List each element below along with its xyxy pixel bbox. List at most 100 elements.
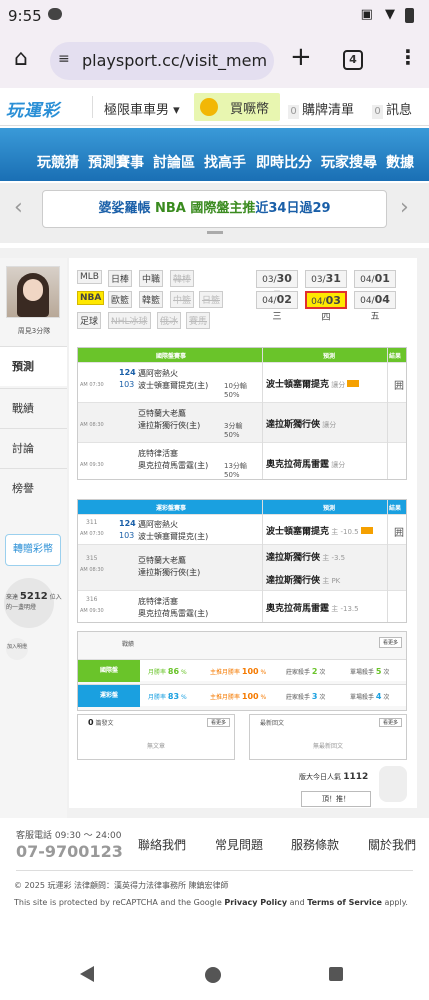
home-circle-icon[interactable]: [205, 967, 221, 983]
home-icon[interactable]: ⌂: [14, 46, 28, 71]
site-settings-icon[interactable]: ≡: [58, 51, 70, 67]
game-number: 316: [86, 596, 98, 603]
sidebar-item-discussion[interactable]: 討論: [0, 428, 67, 468]
stats-more-button[interactable]: 看更多: [378, 637, 402, 648]
replies-empty: 無最新回文: [312, 743, 343, 750]
filter-horse: 賽馬: [186, 312, 211, 329]
filter-soccer[interactable]: 足球: [77, 312, 102, 329]
carousel-next-icon[interactable]: ›: [400, 195, 409, 220]
menu-item-experts[interactable]: 找高手: [204, 152, 246, 172]
date-day: 04: [374, 293, 390, 306]
table-row: AM 07:30 124 103 邁阿密熱火 波士頓塞爾提克(主) 10分輸 5…: [78, 362, 406, 402]
pick-odds: 讓分: [320, 421, 337, 429]
filter-mlb[interactable]: MLB: [77, 270, 102, 284]
back-icon[interactable]: [80, 966, 94, 982]
new-tab-icon[interactable]: +: [290, 42, 312, 72]
join-bulb-button[interactable]: 加入明燈: [6, 638, 28, 660]
table-header: 運彩盤賽事 預測 結果: [78, 500, 406, 514]
menu-item-forum[interactable]: 討論區: [153, 152, 195, 172]
cell-label: 莊家殺手: [286, 669, 312, 676]
site-logo[interactable]: 玩運彩: [6, 96, 60, 121]
menu-item-data[interactable]: 數據: [386, 152, 414, 172]
filter-cba: 中籃: [170, 291, 195, 308]
column-divider: [387, 348, 388, 479]
message-link[interactable]: 0 訊息: [372, 99, 412, 119]
filter-kbl[interactable]: 韓籃: [139, 291, 164, 308]
table-row: 315 AM 08:30 亞特蘭大老鷹 達拉斯獨行俠(主) 達拉斯獨行俠 主 -…: [78, 544, 406, 590]
table-header: 國際盤賽事 預測 結果: [78, 348, 406, 362]
privacy-policy-link[interactable]: Privacy Policy: [224, 898, 287, 907]
cart-link[interactable]: 0 購牌清單: [288, 99, 354, 119]
recaptcha-text: This site is protected by reCAPTCHA and …: [14, 898, 225, 907]
single-game-killer: 單場殺手 5 次: [350, 667, 389, 676]
menu-item-guess[interactable]: 玩競猜: [37, 152, 79, 172]
menu-item-player-search[interactable]: 玩家搜尋: [321, 152, 377, 172]
pick-name: 波士頓塞爾提克: [266, 527, 330, 537]
filter-npb[interactable]: 日棒: [108, 270, 133, 287]
cell-label: 主推月勝率: [210, 669, 242, 676]
cell-unit: 次: [317, 669, 326, 676]
filter-euro-basketball[interactable]: 歐籃: [108, 291, 133, 308]
posts-empty: 無文章: [146, 743, 165, 750]
recaptcha-notice: This site is protected by reCAPTCHA and …: [14, 898, 408, 907]
menu-item-predict[interactable]: 預測賽事: [88, 152, 144, 172]
pick-team: 波士頓塞爾提克 主 -10.5: [266, 524, 373, 537]
filter-cpbl[interactable]: 中職: [139, 270, 164, 287]
service-phone[interactable]: 07-9700123: [16, 842, 123, 861]
cell-value: 86: [167, 667, 180, 676]
home-team: 奧克拉荷馬雷霆(主): [138, 609, 209, 618]
filter-nba[interactable]: NBA: [77, 291, 105, 305]
address-bar[interactable]: ≡ playsport.cc/visit_memb: [50, 42, 274, 80]
tab-switcher-button[interactable]: 4: [343, 50, 363, 70]
site-footer: 客服電話 09:30 ～ 24:00 07-9700123 聯絡我們 常見問題 …: [0, 818, 429, 940]
footer-divider: [16, 870, 413, 871]
date-0402[interactable]: 04/02 三: [256, 291, 298, 322]
cell-unit: 次: [317, 694, 326, 701]
date-md: 04/: [360, 275, 375, 285]
today-popularity: 版大今日人氣 1112: [299, 772, 368, 782]
bump-button[interactable]: 頂！推！: [301, 791, 371, 807]
game-time: AM 08:30: [80, 422, 104, 428]
away-team: 邁阿密熱火: [138, 369, 178, 378]
date-0403[interactable]: 04/03 四: [305, 291, 347, 323]
date-0404[interactable]: 04/04 五: [354, 291, 396, 322]
recent-apps-icon[interactable]: [329, 967, 343, 981]
pick-name: 達拉斯獨行俠: [266, 420, 321, 430]
sidebar-item-record[interactable]: 戰績: [0, 388, 67, 428]
pick-team: 奧克拉荷馬雷霆 讓分: [266, 457, 345, 470]
result-percent: 50%: [224, 431, 240, 439]
column-divider: [262, 500, 263, 622]
posts-more-button[interactable]: 看更多: [206, 718, 230, 727]
footer-link-faq[interactable]: 常見問題: [215, 836, 263, 853]
copyright: © 2025 玩運彩 法律顧問：漢英得力法律事務所 陳鎮宏律師: [14, 881, 229, 890]
sidebar-item-honor[interactable]: 榜譽: [0, 468, 67, 508]
cell-label: 單場殺手: [350, 669, 376, 676]
home-team: 達拉斯獨行俠(主): [138, 568, 201, 577]
date-0330[interactable]: 03/30 日: [256, 270, 298, 301]
result-percent: 50%: [224, 471, 240, 479]
footer-link-about[interactable]: 關於我們: [368, 836, 416, 853]
buy-coin-button[interactable]: 買噘幣: [194, 93, 280, 121]
url-text[interactable]: playsport.cc/visit_memb: [82, 51, 268, 70]
announcement-banner[interactable]: 婆娑羅帳 NBA 國際盤主推近34日過29: [42, 190, 387, 228]
footer-link-contact[interactable]: 聯絡我們: [138, 836, 186, 853]
terms-of-service-link[interactable]: Terms of Service: [307, 898, 382, 907]
message-count: 0: [372, 105, 383, 119]
carousel-prev-icon[interactable]: ‹: [14, 195, 23, 220]
ticker-prefix: 婆娑羅帳: [98, 201, 155, 216]
date-0401[interactable]: 04/01 二: [354, 270, 396, 301]
user-dropdown[interactable]: 極限車車男 ▾: [104, 99, 180, 118]
cell-unit: %: [179, 694, 187, 701]
gift-coin-button[interactable]: 轉贈彩幣: [5, 534, 61, 566]
sidebar-item-predict[interactable]: 預測: [0, 346, 67, 386]
replies-more-button[interactable]: 看更多: [378, 718, 402, 727]
menu-item-livescore[interactable]: 即時比分: [256, 152, 312, 172]
recaptcha-apply: apply.: [381, 898, 408, 907]
bulb-count: 5212: [19, 591, 48, 602]
footer-link-terms[interactable]: 服務條款: [291, 836, 339, 853]
browser-menu-icon[interactable]: ⋮: [398, 45, 418, 69]
date-0331[interactable]: 03/31 一: [305, 270, 347, 301]
pick-team: 達拉斯獨行俠 主 -3.5: [266, 550, 345, 563]
pick-team: 波士頓塞爾提克 讓分: [266, 377, 360, 390]
pick-name: 波士頓塞爾提克: [266, 380, 330, 390]
